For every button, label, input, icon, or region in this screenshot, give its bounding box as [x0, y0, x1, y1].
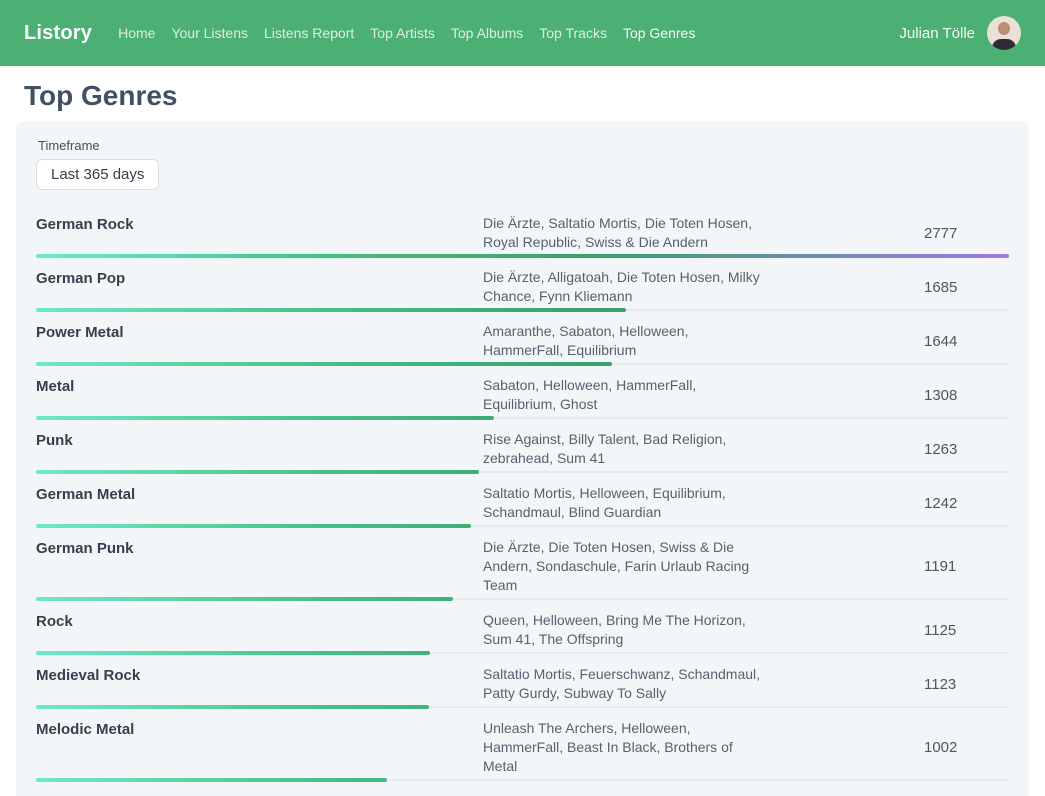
- genre-artists-cell: Queen, Helloween, Bring Me The Horizon, …: [483, 611, 924, 649]
- avatar-head-shape: [998, 22, 1010, 35]
- genre-artists-cell: Bukahara, Käptn Peng, KYTES, Von Wegen L…: [483, 792, 924, 796]
- genre-artists: Die Ärzte, Die Toten Hosen, Swiss & Die …: [483, 538, 763, 595]
- user-name: Julian Tölle: [899, 25, 975, 42]
- navbar: Listory HomeYour ListensListens ReportTo…: [0, 0, 1045, 66]
- brand-logo[interactable]: Listory: [24, 22, 92, 45]
- nav-links: HomeYour ListensListens ReportTop Artist…: [110, 17, 703, 49]
- genre-artists-cell: Amaranthe, Sabaton, Helloween, HammerFal…: [483, 322, 924, 360]
- genre-artists-cell: Saltatio Mortis, Helloween, Equilibrium,…: [483, 484, 924, 522]
- genre-count: 1125: [924, 622, 1009, 639]
- genre-artists-cell: Die Ärzte, Alligatoah, Die Toten Hosen, …: [483, 268, 924, 306]
- genre-bar-fill: [36, 362, 612, 366]
- genre-bar-fill: [36, 416, 494, 420]
- genre-count: 1308: [924, 387, 1009, 404]
- genre-count: 1123: [924, 676, 1009, 693]
- genre-bar: [36, 651, 1009, 655]
- top-genres-card: Timeframe Last 365 days German Rock Die …: [16, 121, 1029, 796]
- nav-item-your-listens[interactable]: Your Listens: [163, 17, 256, 49]
- genre-name: German Punk: [36, 538, 483, 595]
- main-content: Top Genres Timeframe Last 365 days Germa…: [0, 80, 1045, 796]
- genre-name: German Indie: [36, 792, 483, 796]
- genre-artists: Die Ärzte, Alligatoah, Die Toten Hosen, …: [483, 268, 763, 306]
- genre-count: 1002: [924, 739, 1009, 756]
- genre-artists: Queen, Helloween, Bring Me The Horizon, …: [483, 611, 763, 649]
- genre-bar-fill: [36, 470, 479, 474]
- genre-artists-cell: Die Ärzte, Saltatio Mortis, Die Toten Ho…: [483, 214, 924, 252]
- genre-row: Power Metal Amaranthe, Sabaton, Hellowee…: [36, 312, 1009, 366]
- genre-artists: Saltatio Mortis, Helloween, Equilibrium,…: [483, 484, 763, 522]
- genre-bar-fill: [36, 597, 453, 601]
- genre-count: 1242: [924, 495, 1009, 512]
- timeframe-select[interactable]: Last 365 days: [36, 159, 159, 190]
- genre-row: Rock Queen, Helloween, Bring Me The Hori…: [36, 601, 1009, 655]
- genre-artists-cell: Rise Against, Billy Talent, Bad Religion…: [483, 430, 924, 468]
- nav-item-top-artists[interactable]: Top Artists: [362, 17, 443, 49]
- genre-bar: [36, 308, 1009, 312]
- genre-row: Medieval Rock Saltatio Mortis, Feuerschw…: [36, 655, 1009, 709]
- genre-count: 1685: [924, 279, 1009, 296]
- genre-name: Rock: [36, 611, 483, 649]
- genre-artists: Saltatio Mortis, Feuerschwanz, Schandmau…: [483, 665, 763, 703]
- genre-bar-fill: [36, 524, 471, 528]
- genre-bar: [36, 416, 1009, 420]
- avatar[interactable]: [987, 16, 1021, 50]
- genre-bar-fill: [36, 778, 387, 782]
- genre-name: Metal: [36, 376, 483, 414]
- genre-artists-cell: Die Ärzte, Die Toten Hosen, Swiss & Die …: [483, 538, 924, 595]
- genre-bar-fill: [36, 705, 429, 709]
- genre-count: 2777: [924, 225, 1009, 242]
- genre-name: Melodic Metal: [36, 719, 483, 776]
- genre-name: Power Metal: [36, 322, 483, 360]
- genre-bar-fill: [36, 254, 1009, 258]
- genre-artists: Sabaton, Helloween, HammerFall, Equilibr…: [483, 376, 763, 414]
- genre-row: Punk Rise Against, Billy Talent, Bad Rel…: [36, 420, 1009, 474]
- nav-item-home[interactable]: Home: [110, 17, 163, 49]
- genre-row: Melodic Metal Unleash The Archers, Hello…: [36, 709, 1009, 782]
- genre-artists: Rise Against, Billy Talent, Bad Religion…: [483, 430, 763, 468]
- nav-item-listens-report[interactable]: Listens Report: [256, 17, 362, 49]
- timeframe-label: Timeframe: [38, 138, 1009, 153]
- nav-item-top-tracks[interactable]: Top Tracks: [531, 17, 615, 49]
- genre-name: German Rock: [36, 214, 483, 252]
- genre-row: German Rock Die Ärzte, Saltatio Mortis, …: [36, 204, 1009, 258]
- page-title: Top Genres: [24, 80, 1029, 112]
- genre-bar-fill: [36, 651, 430, 655]
- nav-item-top-albums[interactable]: Top Albums: [443, 17, 531, 49]
- genre-bar-fill: [36, 308, 626, 312]
- genre-artists-cell: Saltatio Mortis, Feuerschwanz, Schandmau…: [483, 665, 924, 703]
- genre-bar: [36, 597, 1009, 601]
- genre-table: German Rock Die Ärzte, Saltatio Mortis, …: [36, 204, 1009, 796]
- genre-bar: [36, 778, 1009, 782]
- genre-name: Punk: [36, 430, 483, 468]
- genre-artists: Bukahara, Käptn Peng, KYTES, Von Wegen L…: [483, 792, 763, 796]
- genre-row: German Punk Die Ärzte, Die Toten Hosen, …: [36, 528, 1009, 601]
- genre-row: German Pop Die Ärzte, Alligatoah, Die To…: [36, 258, 1009, 312]
- genre-bar: [36, 362, 1009, 366]
- genre-row: Metal Sabaton, Helloween, HammerFall, Eq…: [36, 366, 1009, 420]
- timeframe-filter: Timeframe Last 365 days: [36, 138, 1009, 190]
- nav-item-top-genres[interactable]: Top Genres: [615, 17, 703, 49]
- genre-row: German Metal Saltatio Mortis, Helloween,…: [36, 474, 1009, 528]
- avatar-body-shape: [992, 39, 1016, 50]
- genre-artists: Die Ärzte, Saltatio Mortis, Die Toten Ho…: [483, 214, 763, 252]
- genre-count: 1263: [924, 441, 1009, 458]
- genre-name: German Pop: [36, 268, 483, 306]
- genre-artists-cell: Sabaton, Helloween, HammerFall, Equilibr…: [483, 376, 924, 414]
- genre-artists: Unleash The Archers, Helloween, HammerFa…: [483, 719, 763, 776]
- genre-artists-cell: Unleash The Archers, Helloween, HammerFa…: [483, 719, 924, 776]
- genre-bar: [36, 254, 1009, 258]
- genre-bar: [36, 705, 1009, 709]
- genre-bar: [36, 470, 1009, 474]
- genre-name: Medieval Rock: [36, 665, 483, 703]
- genre-count: 1644: [924, 333, 1009, 350]
- genre-count: 1191: [924, 558, 1009, 575]
- genre-artists: Amaranthe, Sabaton, Helloween, HammerFal…: [483, 322, 763, 360]
- genre-bar: [36, 524, 1009, 528]
- user-menu[interactable]: Julian Tölle: [899, 16, 1021, 50]
- genre-row: German Indie Bukahara, Käptn Peng, KYTES…: [36, 782, 1009, 796]
- genre-name: German Metal: [36, 484, 483, 522]
